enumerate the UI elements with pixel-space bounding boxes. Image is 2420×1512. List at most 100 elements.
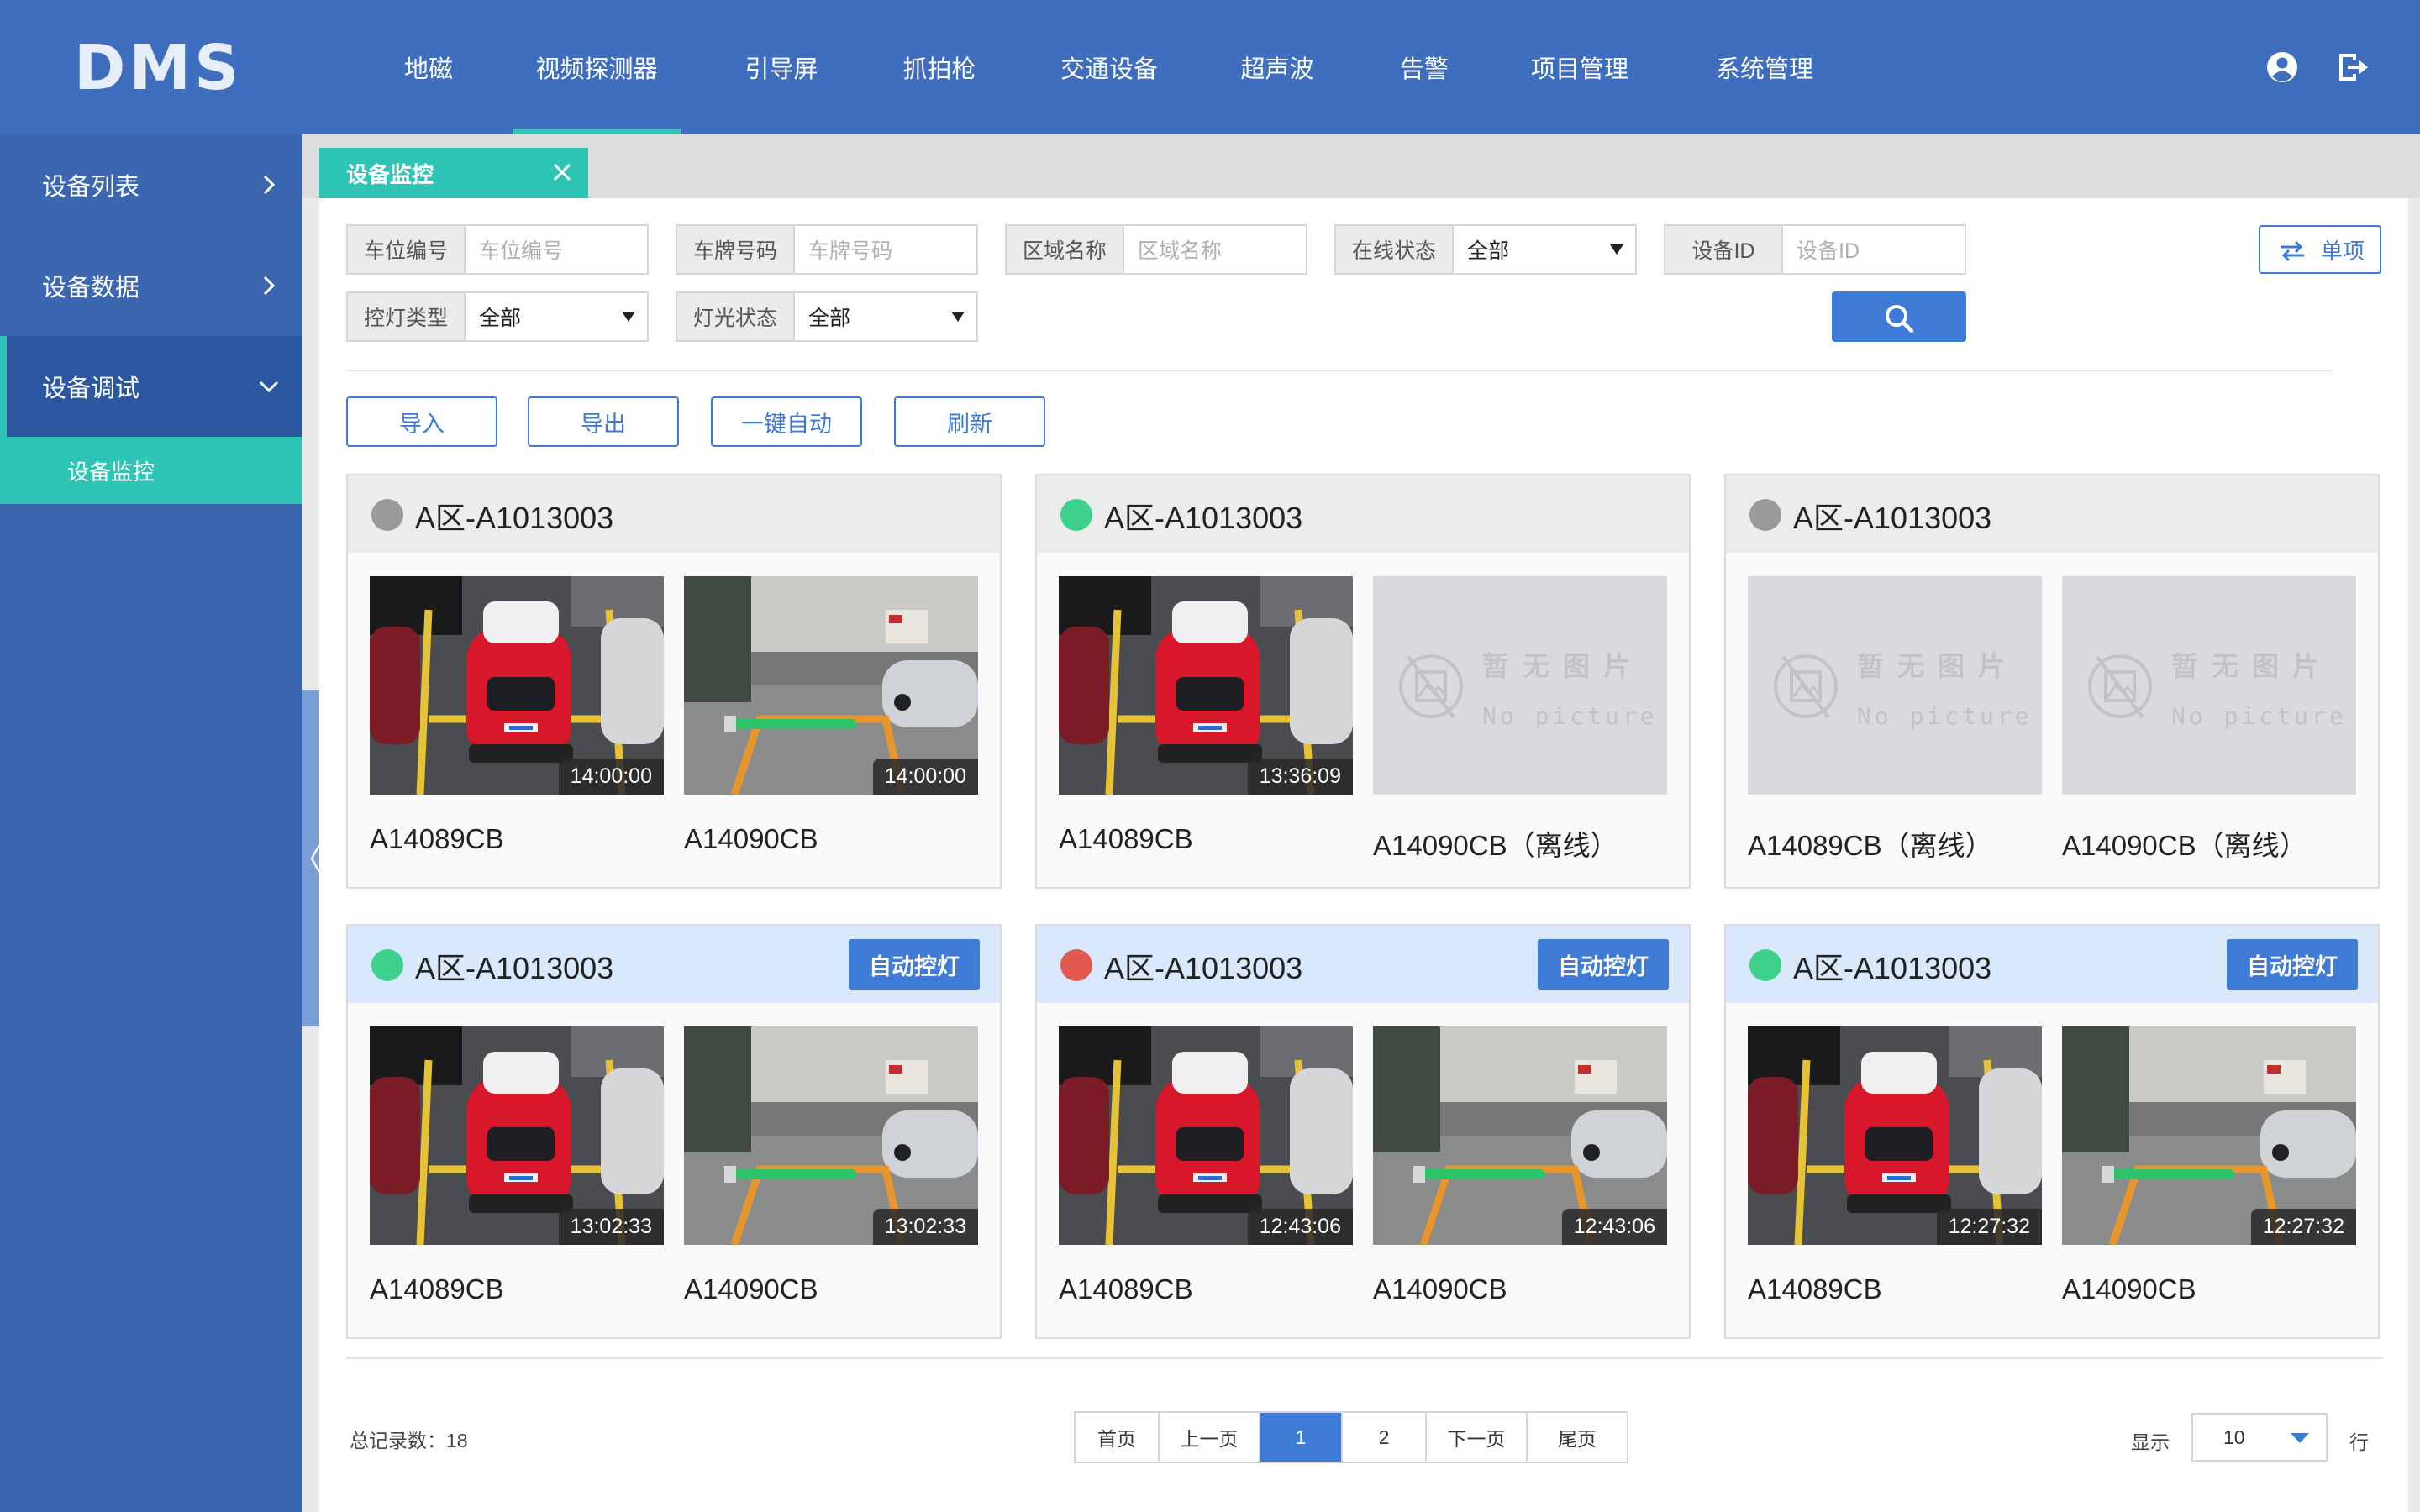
snapshot-image[interactable]: 13:02:33 (684, 1026, 978, 1245)
auto-light-button[interactable]: 自动控灯 (2227, 939, 2358, 990)
status-dot (1749, 949, 1781, 981)
auto-light-button[interactable]: 自动控灯 (1538, 939, 1669, 990)
no-picture-cn: 暂无图片 (2171, 651, 2333, 681)
spot-number-field: 车位编号 车位编号 (346, 224, 649, 275)
snapshot-image[interactable]: 13:36:09 (1059, 576, 1353, 795)
top-navbar: DMS 地磁 视频探测器 引导屏 抓拍枪 交通设备 超声波 告警 项目管理 系统… (0, 0, 2420, 134)
status-dot (1749, 499, 1781, 531)
plate-number-input[interactable]: 车牌号码 (795, 226, 976, 273)
online-status-select[interactable]: 全部 (1454, 226, 1635, 273)
field-label: 控灯类型 (348, 293, 466, 340)
snapshot-timestamp: 14:00:00 (558, 759, 664, 795)
snapshot-image[interactable]: 13:02:33 (370, 1026, 664, 1245)
page-size-value: 10 (2223, 1425, 2245, 1448)
light-control-type-select[interactable]: 全部 (466, 293, 647, 340)
auto-light-button[interactable]: 自动控灯 (849, 939, 980, 990)
device-name: A14089CB (1059, 1273, 1193, 1305)
light-status-select[interactable]: 全部 (795, 293, 976, 340)
nav-item-traffic-device[interactable]: 交通设备 (1042, 0, 1176, 134)
close-icon[interactable] (550, 160, 575, 185)
field-label: 在线状态 (1336, 226, 1454, 273)
page-prev-button[interactable]: 上一页 (1160, 1413, 1260, 1462)
page-last-button[interactable]: 尾页 (1528, 1413, 1627, 1462)
snapshot-timestamp: 12:27:32 (2250, 1209, 2356, 1245)
refresh-button[interactable]: 刷新 (894, 396, 1045, 447)
no-picture-en: No picture (2171, 702, 2347, 730)
sidebar-item-label: 设备调试 (42, 375, 140, 402)
search-icon (1886, 305, 1914, 333)
nav-item-system-management[interactable]: 系统管理 (1689, 0, 1840, 134)
card-title: A区-A1013003 (1104, 501, 1303, 535)
single-item-label: 单项 (2320, 238, 2365, 264)
nav-item-snapshot-camera[interactable]: 抓拍枪 (881, 0, 998, 134)
pagination: 首页 上一页 1 2 下一页 尾页 (1074, 1411, 1628, 1463)
sidebar-item-device-list[interactable]: 设备列表 (0, 134, 302, 235)
sidebar-item-device-debug[interactable]: 设备调试 (0, 336, 302, 437)
online-status-field: 在线状态 全部 (1334, 224, 1637, 275)
no-image-icon (1399, 654, 1463, 719)
nav-item-alarm[interactable]: 告警 (1378, 0, 1470, 134)
no-picture-placeholder: 暂无图片 No picture (1373, 576, 1667, 795)
search-button[interactable] (1832, 291, 1966, 342)
snapshot-image[interactable]: 14:00:00 (370, 576, 664, 795)
import-button[interactable]: 导入 (346, 396, 497, 447)
device-name: A14090CB (684, 1273, 818, 1305)
chevron-right-icon (263, 175, 276, 195)
tab-device-monitor[interactable]: 设备监控 (319, 148, 588, 198)
device-name: A14090CB (684, 823, 818, 854)
snapshot-timestamp: 12:27:32 (1936, 1209, 2042, 1245)
card-header: A区-A1013003 (1037, 475, 1689, 553)
app-logo: DMS (74, 32, 243, 104)
caret-down-icon (622, 312, 635, 322)
nav-item-ultrasonic[interactable]: 超声波 (1218, 0, 1336, 134)
page-next-button[interactable]: 下一页 (1427, 1413, 1528, 1462)
device-card: A区-A1013003 暂无图片 No picture A14089CB（离线） … (1724, 474, 2380, 889)
no-picture-en: No picture (1482, 702, 1658, 730)
export-button[interactable]: 导出 (528, 396, 679, 447)
snapshot-image[interactable]: 12:43:06 (1059, 1026, 1353, 1245)
device-card: A区-A1013003 自动控灯 13:02:33 A14089CB 13:02:3… (346, 924, 1002, 1339)
status-dot (1060, 949, 1092, 981)
spot-number-input[interactable]: 车位编号 (466, 226, 647, 273)
user-icon[interactable] (2264, 49, 2301, 86)
page-number-2[interactable]: 2 (1343, 1413, 1427, 1462)
sidebar-item-device-data[interactable]: 设备数据 (0, 235, 302, 336)
device-card: A区-A1013003 自动控灯 12:27:32 A14089CB 12:27:3… (1724, 924, 2380, 1339)
snapshot-image[interactable]: 12:43:06 (1373, 1026, 1667, 1245)
light-control-type-field: 控灯类型 全部 (346, 291, 649, 342)
sidebar: 设备列表 设备数据 设备调试 设备监控 (0, 134, 302, 1512)
snapshot-image[interactable]: 12:27:32 (2062, 1026, 2356, 1245)
area-name-field: 区域名称 区域名称 (1005, 224, 1307, 275)
device-name: A14089CB (370, 823, 504, 854)
snapshot-image[interactable]: 14:00:00 (684, 576, 978, 795)
device-card: A区-A1013003 自动控灯 12:43:06 A14089CB 12:43:0… (1035, 924, 1691, 1339)
field-label: 区域名称 (1007, 226, 1124, 273)
one-key-auto-button[interactable]: 一键自动 (711, 396, 862, 447)
card-title: A区-A1013003 (1793, 501, 1992, 535)
page-size-select[interactable]: 10 (2191, 1413, 2328, 1462)
nav-item-geomagnetic[interactable]: 地磁 (378, 0, 479, 134)
nav-item-project-management[interactable]: 项目管理 (1512, 0, 1647, 134)
status-dot (371, 949, 403, 981)
area-name-input[interactable]: 区域名称 (1124, 226, 1306, 273)
page-first-button[interactable]: 首页 (1076, 1413, 1160, 1462)
no-picture-cn: 暂无图片 (1482, 651, 1644, 681)
snapshot-image[interactable]: 12:27:32 (1748, 1026, 2042, 1245)
logout-icon[interactable] (2334, 49, 2371, 86)
page-size-label: 显示 (2131, 1431, 2170, 1453)
no-image-icon (2088, 654, 2152, 719)
device-id-input[interactable]: 设备ID (1783, 226, 1965, 273)
page-number-1[interactable]: 1 (1260, 1413, 1343, 1462)
swap-icon (2281, 240, 2304, 262)
device-name: A14089CB (1059, 823, 1193, 854)
nav-item-video-detector[interactable]: 视频探测器 (513, 0, 681, 134)
plate-number-field: 车牌号码 车牌号码 (676, 224, 978, 275)
status-dot (371, 499, 403, 531)
nav-item-guide-screen[interactable]: 引导屏 (723, 0, 840, 134)
field-label: 车牌号码 (677, 226, 795, 273)
single-item-button[interactable]: 单项 (2259, 225, 2381, 274)
total-records: 总记录数：18 (350, 1430, 468, 1452)
device-name: A14090CB (1373, 1273, 1507, 1305)
card-header: A区-A1013003 自动控灯 (348, 926, 1000, 1003)
sidebar-subitem-device-monitor[interactable]: 设备监控 (0, 437, 302, 504)
